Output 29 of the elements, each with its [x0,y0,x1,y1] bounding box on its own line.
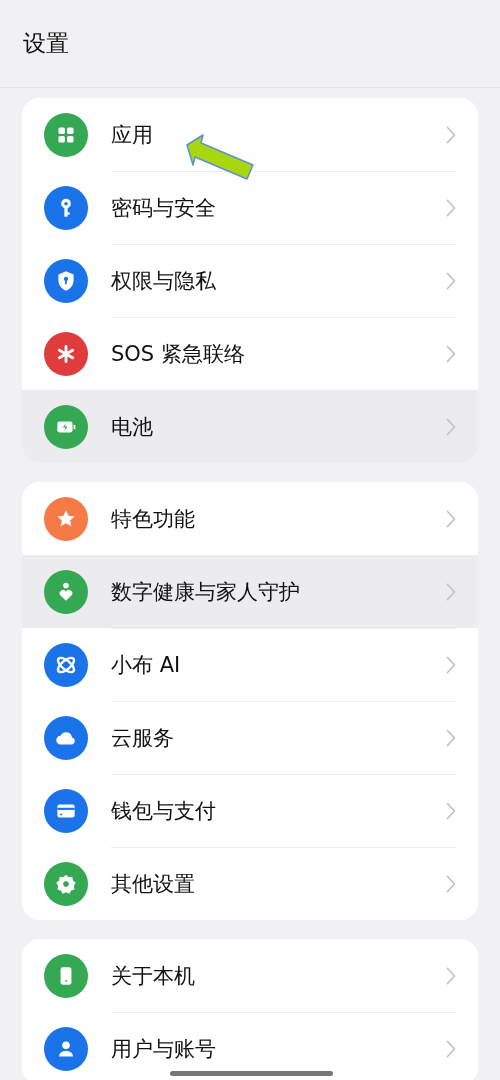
row-label: 云服务 [111,725,175,752]
page-title: 设置 [23,29,69,58]
row-label: SOS 紧急联络 [111,341,246,368]
chevron-icon [446,875,456,893]
row-label: 特色功能 [111,505,196,533]
chevron-icon [446,509,456,528]
chevron-icon [446,656,456,674]
settings-row[interactable]: 数字健康与家人守护 [22,555,478,628]
row-label: 其他设置 [111,871,196,898]
row-label: 电池 [111,414,154,441]
chevron-icon [446,345,456,363]
row-label: 密码与安全 [111,195,217,222]
row-label: 用户与账号 [111,1036,217,1063]
chevron-icon [446,199,456,217]
row-label: 数字健康与家人守护 [111,579,301,606]
settings-row[interactable]: 电池 [22,390,478,463]
chevron-icon [446,272,456,290]
chevron-icon [446,729,456,747]
row-label: 关于本机 [111,962,196,990]
chevron-icon [446,802,456,820]
chevron-icon [446,418,456,436]
chevron-icon [446,966,456,985]
row-label: 钱包与支付 [111,798,217,825]
row-label: 小布 AI [111,652,182,679]
chevron-icon [446,583,456,601]
row-label: 权限与隐私 [111,268,217,295]
chevron-icon [446,125,456,144]
chevron-icon [446,1040,456,1058]
row-label: 应用 [111,121,154,149]
